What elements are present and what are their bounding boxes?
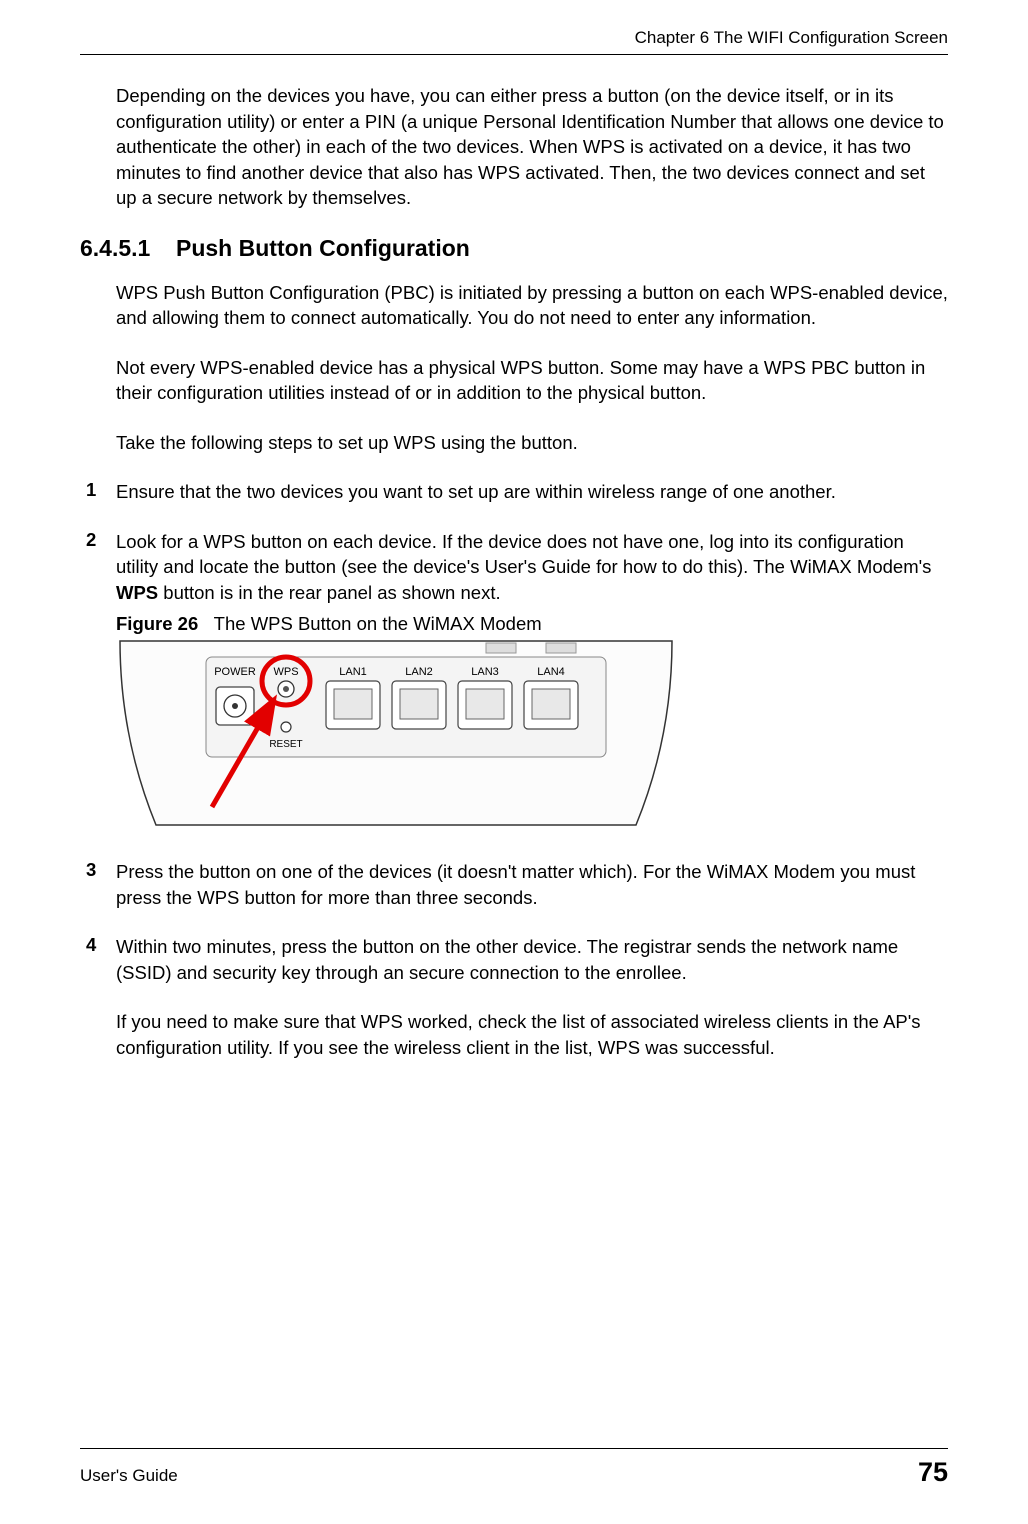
- label-power: POWER: [214, 666, 256, 678]
- step-number: 1: [86, 479, 116, 505]
- step-text: Within two minutes, press the button on …: [116, 934, 948, 1060]
- paragraph-3: Not every WPS-enabled device has a physi…: [116, 355, 948, 406]
- paragraph-4: Take the following steps to set up WPS u…: [116, 430, 948, 456]
- step-4: 4 Within two minutes, press the button o…: [116, 934, 948, 1060]
- label-lan3: LAN3: [471, 666, 499, 678]
- step-3: 3 Press the button on one of the devices…: [116, 859, 948, 910]
- step-text: Ensure that the two devices you want to …: [116, 479, 836, 505]
- step-4-text: Within two minutes, press the button on …: [116, 936, 898, 983]
- paragraph-2: WPS Push Button Configuration (PBC) is i…: [116, 280, 948, 331]
- step-text: Look for a WPS button on each device. If…: [116, 529, 948, 606]
- step-number: 3: [86, 859, 116, 910]
- closing-paragraph: If you need to make sure that WPS worked…: [116, 1009, 948, 1060]
- chapter-title: Chapter 6 The WIFI Configuration Screen: [635, 28, 948, 47]
- page-number: 75: [918, 1457, 948, 1488]
- body-content: Depending on the devices you have, you c…: [116, 83, 948, 1060]
- running-header: Chapter 6 The WIFI Configuration Screen: [80, 28, 948, 55]
- step-number: 2: [86, 529, 116, 606]
- step-2-bold: WPS: [116, 582, 158, 603]
- section-heading: 6.4.5.1 Push Button Configuration: [80, 235, 948, 262]
- step-2-text-after: button is in the rear panel as shown nex…: [158, 582, 500, 603]
- page-container: Chapter 6 The WIFI Configuration Screen …: [0, 0, 1028, 1524]
- figure-wps-button: POWER WPS RESET LAN1 LAN2: [116, 637, 676, 829]
- modem-svg: POWER WPS RESET LAN1 LAN2: [116, 637, 676, 829]
- figure-label: Figure 26: [116, 613, 198, 634]
- label-lan1: LAN1: [339, 666, 367, 678]
- step-2: 2 Look for a WPS button on each device. …: [116, 529, 948, 606]
- label-wps: WPS: [273, 666, 298, 678]
- step-text: Press the button on one of the devices (…: [116, 859, 948, 910]
- section-number: 6.4.5.1: [80, 235, 176, 262]
- label-lan4: LAN4: [537, 666, 565, 678]
- step-1: 1 Ensure that the two devices you want t…: [116, 479, 948, 505]
- step-2-text-before: Look for a WPS button on each device. If…: [116, 531, 931, 578]
- intro-paragraph: Depending on the devices you have, you c…: [116, 83, 948, 211]
- step-number: 4: [86, 934, 116, 1060]
- figure-caption: Figure 26 The WPS Button on the WiMAX Mo…: [116, 613, 948, 635]
- label-lan2: LAN2: [405, 666, 433, 678]
- figure-caption-text: The WPS Button on the WiMAX Modem: [214, 613, 542, 634]
- section-title: Push Button Configuration: [176, 235, 470, 262]
- label-reset: RESET: [269, 739, 302, 750]
- page-footer: User's Guide 75: [80, 1448, 948, 1488]
- footer-left: User's Guide: [80, 1466, 178, 1486]
